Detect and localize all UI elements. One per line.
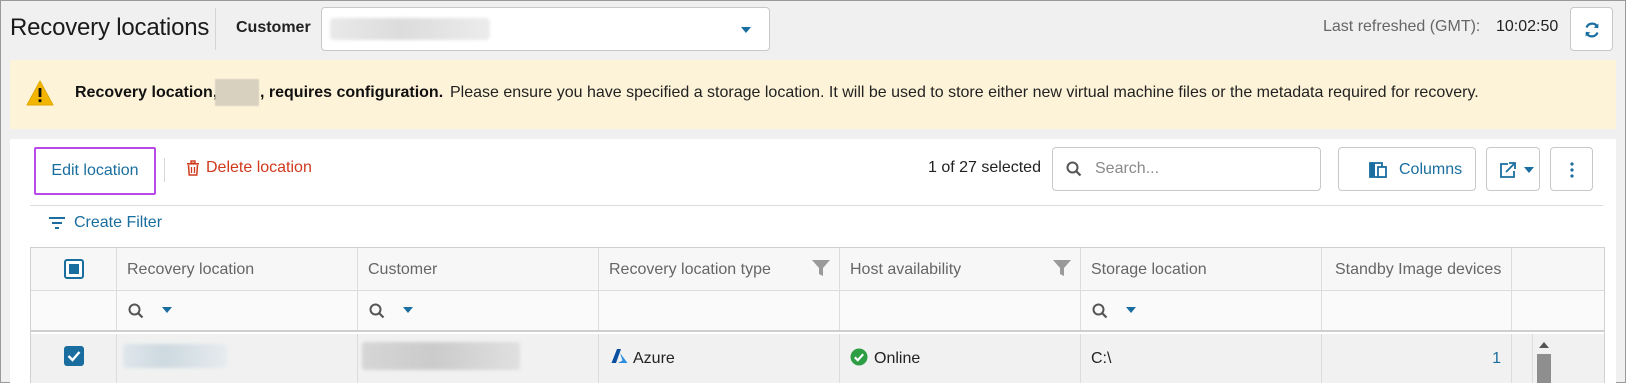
- banner-title-prefix: Recovery location,: [75, 84, 218, 101]
- cell-recovery-location-type: Azure: [599, 334, 840, 383]
- selection-count: 1 of 27 selected: [928, 159, 1041, 176]
- header-divider: [215, 8, 216, 50]
- banner-message: Please ensure you have specified a stora…: [450, 84, 1479, 101]
- redacted-customer: [362, 342, 520, 370]
- columns-label: Columns: [1399, 161, 1463, 178]
- delete-location-button[interactable]: Delete location: [186, 159, 312, 177]
- filter-cell-empty: [31, 291, 117, 330]
- column-header-label: Customer: [368, 261, 438, 278]
- warning-banner: Recovery location, , requires configurat…: [10, 60, 1616, 129]
- banner-title-suffix: , requires configuration.: [260, 84, 444, 101]
- edit-location-button[interactable]: Edit location: [34, 147, 156, 195]
- filter-cell-empty: [1322, 291, 1512, 330]
- scrollbar-thumb[interactable]: [1537, 354, 1551, 383]
- filter-cell-empty: [840, 291, 1081, 330]
- host-availability-value: Online: [874, 350, 921, 367]
- row-checkbox[interactable]: [64, 346, 84, 366]
- export-icon: [1500, 162, 1516, 178]
- trash-icon: [187, 160, 199, 176]
- search-box[interactable]: [1052, 147, 1321, 191]
- vertical-scrollbar[interactable]: [1532, 334, 1554, 383]
- recovery-locations-table: Recovery location Customer Recovery loca…: [30, 247, 1605, 383]
- column-filter-control[interactable]: [128, 303, 172, 324]
- columns-icon: [1369, 162, 1387, 178]
- check-circle-icon: [850, 348, 868, 366]
- funnel-icon[interactable]: [1052, 259, 1072, 277]
- search-input[interactable]: [1095, 158, 1305, 180]
- select-all-checkbox[interactable]: [64, 259, 84, 279]
- redacted-recovery-location: [123, 344, 227, 368]
- cell-customer: [358, 334, 599, 383]
- cell-host-availability: Online: [840, 334, 1081, 383]
- table-filter-row: [31, 291, 1604, 332]
- column-header-host-availability[interactable]: Host availability: [840, 248, 1081, 290]
- search-icon: [128, 303, 144, 319]
- column-header-label: Host availability: [850, 261, 962, 278]
- column-header-customer[interactable]: Customer: [358, 248, 599, 290]
- recovery-location-type-value: Azure: [633, 350, 675, 367]
- create-filter-label: Create Filter: [74, 214, 163, 231]
- chevron-down-icon: [1524, 167, 1534, 173]
- select-all-cell: [31, 248, 117, 290]
- chevron-down-icon: [1126, 307, 1136, 313]
- scroll-up-arrow-icon[interactable]: [1539, 342, 1549, 348]
- chevron-down-icon: [403, 307, 413, 313]
- filter-cell-recovery-location[interactable]: [117, 291, 358, 330]
- customer-select-value: [330, 18, 490, 40]
- redacted-location-name: [215, 79, 259, 106]
- main-panel: Edit location Delete location 1 of 27 se…: [10, 139, 1616, 383]
- chevron-down-icon: [162, 307, 172, 313]
- column-header-label: Recovery location type: [609, 261, 771, 278]
- last-refreshed-time: 10:02:50: [1496, 18, 1559, 35]
- cell-standby-image-devices: 1: [1322, 334, 1512, 383]
- delete-location-label: Delete location: [206, 159, 312, 176]
- refresh-button[interactable]: [1570, 7, 1613, 51]
- filter-cell-customer[interactable]: [358, 291, 599, 330]
- standby-image-devices-link[interactable]: 1: [1492, 350, 1501, 368]
- warning-icon: [26, 80, 54, 106]
- column-header-recovery-location-type[interactable]: Recovery location type: [599, 248, 840, 290]
- more-vertical-icon: [1570, 162, 1574, 178]
- search-icon: [1066, 161, 1082, 177]
- table-header-row: Recovery location Customer Recovery loca…: [31, 248, 1604, 291]
- row-select-cell: [31, 334, 117, 383]
- toolbar-divider-line: [30, 205, 1603, 206]
- filter-cell-storage-location[interactable]: [1081, 291, 1322, 330]
- cell-recovery-location: [117, 334, 358, 383]
- columns-button[interactable]: Columns: [1338, 147, 1476, 191]
- cell-storage-location: C:\: [1081, 334, 1322, 383]
- chevron-down-icon: [741, 27, 751, 33]
- filter-cell-empty: [599, 291, 840, 330]
- more-options-button[interactable]: [1550, 147, 1593, 191]
- storage-location-value: C:\: [1091, 350, 1112, 367]
- create-filter-link[interactable]: Create Filter: [48, 214, 162, 232]
- filter-icon: [49, 217, 65, 229]
- azure-icon: [611, 349, 628, 363]
- column-filter-control[interactable]: [1092, 303, 1136, 324]
- column-header-label: Recovery location: [127, 261, 255, 278]
- last-refreshed-label: Last refreshed (GMT):: [1323, 18, 1481, 35]
- customer-select[interactable]: [321, 7, 770, 51]
- page-header: Recovery locations Customer Last refresh…: [0, 0, 1626, 58]
- column-header-recovery-location[interactable]: Recovery location: [117, 248, 358, 290]
- funnel-icon[interactable]: [811, 259, 831, 277]
- table-row[interactable]: Azure Online C:\ 1: [31, 334, 1604, 383]
- refresh-icon: [1585, 22, 1599, 38]
- column-header-label: Storage location: [1091, 261, 1207, 278]
- check-icon: [67, 351, 81, 362]
- export-button[interactable]: [1486, 147, 1540, 191]
- customer-label: Customer: [236, 19, 311, 36]
- column-filter-control[interactable]: [369, 303, 413, 324]
- search-icon: [1092, 303, 1108, 319]
- search-icon: [369, 303, 385, 319]
- page-title: Recovery locations: [10, 14, 210, 41]
- column-header-standby-image-devices[interactable]: Standby Image devices: [1322, 248, 1512, 290]
- toolbar-divider: [164, 158, 165, 182]
- column-header-storage-location[interactable]: Storage location: [1081, 248, 1322, 290]
- column-header-label: Standby Image devices: [1335, 261, 1502, 278]
